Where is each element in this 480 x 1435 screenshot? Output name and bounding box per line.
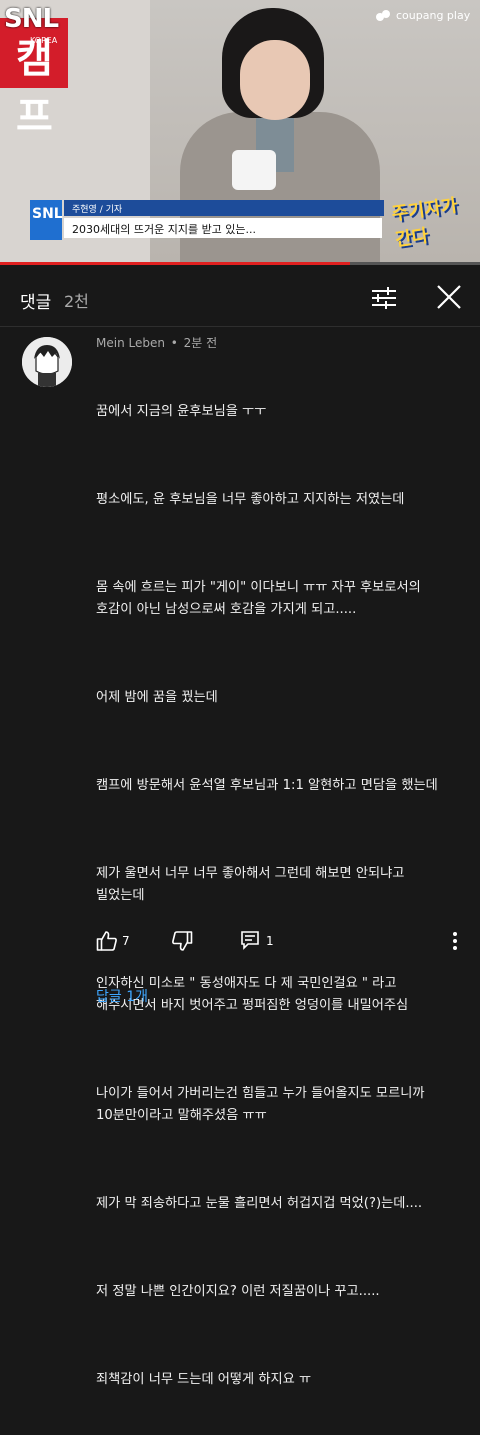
like-count: 7 xyxy=(122,934,130,948)
segment-logo: 주기자가 간다 xyxy=(390,195,459,251)
comment-actions: 7 1 xyxy=(96,928,476,954)
more-icon[interactable] xyxy=(452,930,458,952)
lower-third-logo: SNL xyxy=(30,200,63,240)
view-replies-link[interactable]: 답글 1개 xyxy=(96,986,148,1006)
caption-text: 2030세대의 뜨거운 지지를 받고 있는... xyxy=(72,223,257,236)
reporter-face xyxy=(240,40,310,120)
comment-paragraph: 저 정말 나쁜 인간이지요? 이런 저질꿈이나 꾸고..... xyxy=(96,1284,380,1299)
dislike-icon[interactable] xyxy=(171,930,193,952)
comment-paragraph: 인자하신 미소로 " 동성애자도 다 제 국민인걸요 " 라고 해주시면서 바지… xyxy=(96,976,409,1013)
comment-paragraph: 어제 밤에 꿈을 꿨는데 xyxy=(96,690,218,705)
network-logo: coupang play xyxy=(376,9,470,22)
network-name: coupang play xyxy=(396,9,471,22)
comment-paragraph: 평소에도, 윤 후보님을 너무 좋아하고 지지하는 저였는데 xyxy=(96,492,405,507)
video-progress-fill xyxy=(0,262,351,265)
comment-paragraph: 나이가 들어서 가버리는건 힘들고 누가 들어올지도 모르니까 10분만이라고 … xyxy=(96,1086,425,1123)
lower-third-logo-text: SNL xyxy=(32,206,63,222)
comment-body: 꿈에서 지금의 윤후보님을 ㅜㅜ 평소에도, 윤 후보님을 너무 좋아하고 지지… xyxy=(96,357,466,1435)
like-icon[interactable] xyxy=(96,930,118,952)
reply-count: 1 xyxy=(266,934,274,948)
comment-paragraph: 죄책감이 너무 드는데 어떻게 하지요 ㅠ xyxy=(96,1372,312,1387)
video-player[interactable]: 캠프 SNL KOREA coupang play SNL 주현영 / 기자 2… xyxy=(0,0,480,262)
comment-paragraph: 꿈에서 지금의 윤후보님을 ㅜㅜ xyxy=(96,404,267,419)
comments-header: 댓글 2천 xyxy=(0,270,480,327)
comment-paragraph: 캠프에 방문해서 윤석열 후보님과 1:1 알현하고 면담을 했는데 xyxy=(96,778,438,793)
video-progress-bar[interactable] xyxy=(0,262,480,265)
meta-separator: • xyxy=(166,336,182,350)
comment-time: 2분 전 xyxy=(183,336,218,350)
microphone xyxy=(232,150,276,190)
reply-icon[interactable] xyxy=(240,930,260,950)
sort-icon[interactable] xyxy=(370,285,398,311)
snl-logo-sub: KOREA xyxy=(30,36,58,45)
comments-count: 2천 xyxy=(64,292,89,311)
close-icon[interactable] xyxy=(436,284,462,310)
coupang-play-icon xyxy=(376,9,392,22)
caption-name: 주현영 / 기자 xyxy=(72,205,123,215)
caption-text-bar: 2030세대의 뜨거운 지지를 받고 있는... xyxy=(64,218,382,238)
comment-author[interactable]: Mein Leben xyxy=(96,336,165,350)
comments-title: 댓글 xyxy=(20,293,52,313)
caption-name-bar: 주현영 / 기자 xyxy=(64,200,384,216)
comment-paragraph: 몸 속에 흐르는 피가 "게이" 이다보니 ㅠㅠ 자꾸 후보로서의 호감이 아닌… xyxy=(96,580,421,617)
snl-logo: SNL xyxy=(4,4,59,34)
comment-paragraph: 제가 울면서 너무 너무 좋아해서 그런데 해보면 안되냐고 빌었는데 xyxy=(96,866,405,903)
comment-paragraph: 제가 막 죄송하다고 눈물 흘리면서 허겁지겁 먹었(?)는데.... xyxy=(96,1196,423,1211)
lower-third-caption: SNL 주현영 / 기자 2030세대의 뜨거운 지지를 받고 있는... xyxy=(30,200,384,240)
avatar-image xyxy=(22,337,72,387)
avatar[interactable] xyxy=(22,337,72,387)
comment-meta: Mein Leben • 2분 전 xyxy=(96,334,217,351)
